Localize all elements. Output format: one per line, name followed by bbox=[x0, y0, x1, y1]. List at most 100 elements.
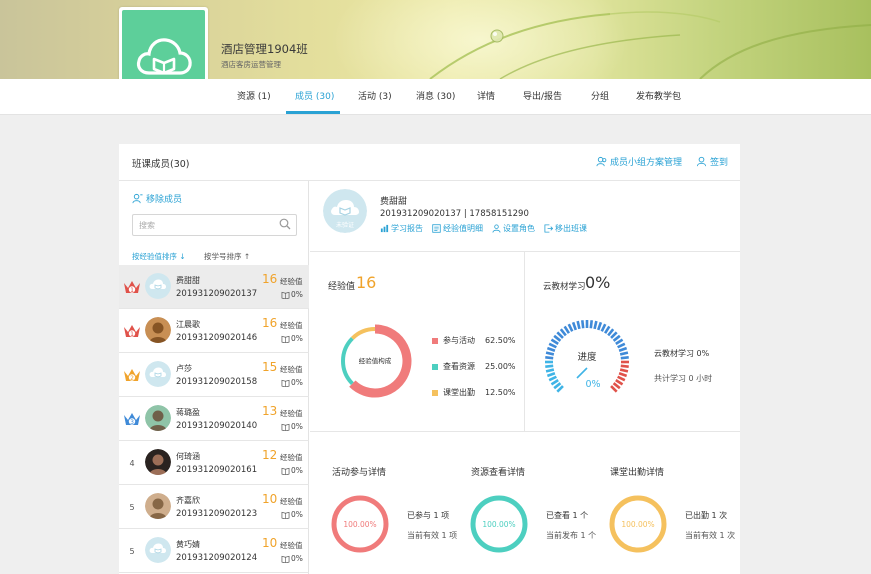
member-detail-column: 未验证 费甜甜 201931209020137 | 17858151290 学习… bbox=[310, 181, 740, 574]
member-exp-label: 经验值 bbox=[280, 541, 303, 550]
gauge-value: 0% bbox=[585, 379, 600, 390]
detail-title: 资源查看详情 bbox=[471, 468, 526, 478]
detail-ring-chart: 100.00% bbox=[609, 495, 667, 553]
remove-from-class-link[interactable]: 移出班课 bbox=[544, 223, 587, 234]
member-student-id: 201931209020140 bbox=[176, 421, 258, 431]
member-name: 齐嘉欣 bbox=[176, 496, 200, 505]
gauge-tick bbox=[593, 320, 598, 330]
member-rank: 3 bbox=[130, 419, 134, 426]
tab-members[interactable]: 成员 (30) bbox=[295, 79, 334, 115]
bar-chart-icon bbox=[380, 224, 389, 233]
book-icon bbox=[281, 467, 290, 475]
member-avatar bbox=[145, 273, 171, 299]
tab-details[interactable]: 详情 bbox=[477, 79, 495, 115]
gauge-tick bbox=[563, 325, 571, 334]
donut-slice-2 bbox=[341, 336, 354, 386]
member-row[interactable]: 4 何琦涵 201931209020161 12 经验值 0% bbox=[119, 441, 309, 485]
member-profile: 未验证 费甜甜 201931209020137 | 17858151290 学习… bbox=[310, 181, 740, 252]
member-name: 卢莎 bbox=[176, 364, 192, 373]
default-avatar-icon bbox=[145, 273, 171, 299]
member-cloud-progress: 0% bbox=[281, 510, 303, 519]
progress-gauge: 进度 0% bbox=[545, 320, 629, 393]
member-cloud-progress: 0% bbox=[281, 290, 303, 299]
sort-by-exp-button[interactable]: 按经验值排序 ↓ bbox=[132, 251, 186, 262]
panel-header: 班课成员(30) 成员小组方案管理 签到 bbox=[119, 144, 740, 181]
member-student-id: 201931209020137 bbox=[176, 289, 258, 299]
member-avatar bbox=[145, 405, 171, 431]
list-icon bbox=[432, 224, 441, 233]
member-row[interactable]: 5 齐嘉欣 201931209020123 10 经验值 0% bbox=[119, 485, 309, 529]
gauge-tick bbox=[620, 356, 629, 360]
gauge-tick bbox=[545, 351, 555, 356]
gauge-tick bbox=[619, 351, 629, 356]
member-exp-label: 经验值 bbox=[280, 409, 303, 418]
gauge-tick bbox=[545, 356, 554, 360]
legend-swatch bbox=[432, 337, 438, 344]
remove-members-button[interactable]: 移除成员 bbox=[132, 192, 182, 205]
member-avatar bbox=[145, 537, 171, 563]
set-role-label: 设置角色 bbox=[503, 224, 535, 233]
member-rank: 5 bbox=[129, 546, 135, 556]
gauge-tick bbox=[545, 364, 554, 368]
tab-publish-package[interactable]: 发布教学包 bbox=[636, 79, 681, 115]
tab-resources[interactable]: 资源 (1) bbox=[237, 79, 271, 115]
experience-card: 经验值 16 经验值构成 参与活动 62.50% 查看资源 25.00% 课堂出… bbox=[310, 252, 525, 432]
member-cloud-progress: 0% bbox=[281, 378, 303, 387]
member-exp-value: 13 bbox=[262, 404, 278, 418]
user-photo-avatar bbox=[145, 493, 171, 519]
member-row[interactable]: 2 卢莎 201931209020158 15 经验值 0% bbox=[119, 353, 309, 397]
cloud-book-icon bbox=[136, 37, 192, 75]
tab-messages[interactable]: 消息 (30) bbox=[416, 79, 455, 115]
member-row[interactable]: 1 江晨歌 201931209020146 16 经验值 0% bbox=[119, 309, 309, 353]
gauge-tick bbox=[581, 320, 585, 329]
default-avatar-icon bbox=[145, 361, 171, 387]
checkin-button[interactable]: 签到 bbox=[696, 155, 728, 168]
gauge-tick bbox=[615, 378, 624, 386]
gauge-tick bbox=[612, 382, 621, 390]
book-icon bbox=[281, 291, 290, 299]
member-row[interactable]: 1 费甜甜 201931209020137 16 经验值 0% bbox=[119, 265, 309, 309]
tab-export-report[interactable]: 导出/报告 bbox=[523, 79, 562, 115]
member-student-id: 201931209020146 bbox=[176, 333, 258, 343]
experience-donut-chart: 经验值构成 bbox=[341, 324, 412, 398]
checkin-label: 签到 bbox=[710, 158, 729, 168]
panel-title: 班课成员(30) bbox=[132, 159, 190, 170]
study-report-link[interactable]: 学习报告 bbox=[380, 223, 423, 234]
remove-user-icon bbox=[132, 193, 143, 204]
group-users-icon bbox=[596, 156, 607, 167]
member-row[interactable]: 5 黄巧婧 201931209020124 10 经验值 0% bbox=[119, 529, 309, 573]
active-tab-indicator bbox=[286, 111, 340, 114]
gauge-tick bbox=[619, 368, 629, 373]
group-plan-button[interactable]: 成员小组方案管理 bbox=[596, 155, 682, 168]
legend-item: 查看资源 25.00% bbox=[432, 361, 516, 372]
detail-line-1: 已参与 1 项 bbox=[407, 511, 450, 520]
gauge-tick bbox=[617, 342, 626, 349]
member-cloud-progress: 0% bbox=[281, 422, 303, 431]
set-role-link[interactable]: 设置角色 bbox=[492, 223, 535, 234]
gauge-tick bbox=[550, 378, 559, 386]
gauge-title: 进度 bbox=[577, 351, 597, 363]
donut-slice-3 bbox=[350, 327, 376, 340]
gauge-tick bbox=[556, 385, 564, 393]
exp-detail-link[interactable]: 经验值明细 bbox=[432, 223, 483, 234]
book-icon bbox=[281, 423, 290, 431]
member-rank-badge: 3 bbox=[123, 410, 141, 428]
tab-groups[interactable]: 分组 bbox=[591, 79, 609, 115]
member-rank-badge: 2 bbox=[123, 366, 141, 384]
user-icon bbox=[696, 156, 707, 167]
member-cloud-percent: 0% bbox=[291, 334, 303, 343]
tab-activities[interactable]: 活动 (3) bbox=[358, 79, 392, 115]
profile-name: 费甜甜 bbox=[380, 197, 408, 207]
sort-by-id-button[interactable]: 按学号排序 ↑ bbox=[204, 251, 250, 262]
gauge-tick bbox=[618, 372, 628, 378]
profile-actions: 学习报告 经验值明细 设置角色 移出班课 bbox=[380, 223, 587, 234]
detail-line-1: 已出勤 1 次 bbox=[685, 511, 728, 520]
member-row[interactable]: 3 蒋璐盈 201931209020140 13 经验值 0% bbox=[119, 397, 309, 441]
member-exp-value: 10 bbox=[262, 492, 278, 506]
member-search-input[interactable] bbox=[132, 214, 297, 236]
member-avatar bbox=[145, 449, 171, 475]
member-rank-badge: 5 bbox=[123, 542, 141, 560]
search-icon[interactable] bbox=[279, 218, 291, 230]
member-cloud-percent: 0% bbox=[291, 378, 303, 387]
detail-title: 活动参与详情 bbox=[332, 468, 387, 478]
